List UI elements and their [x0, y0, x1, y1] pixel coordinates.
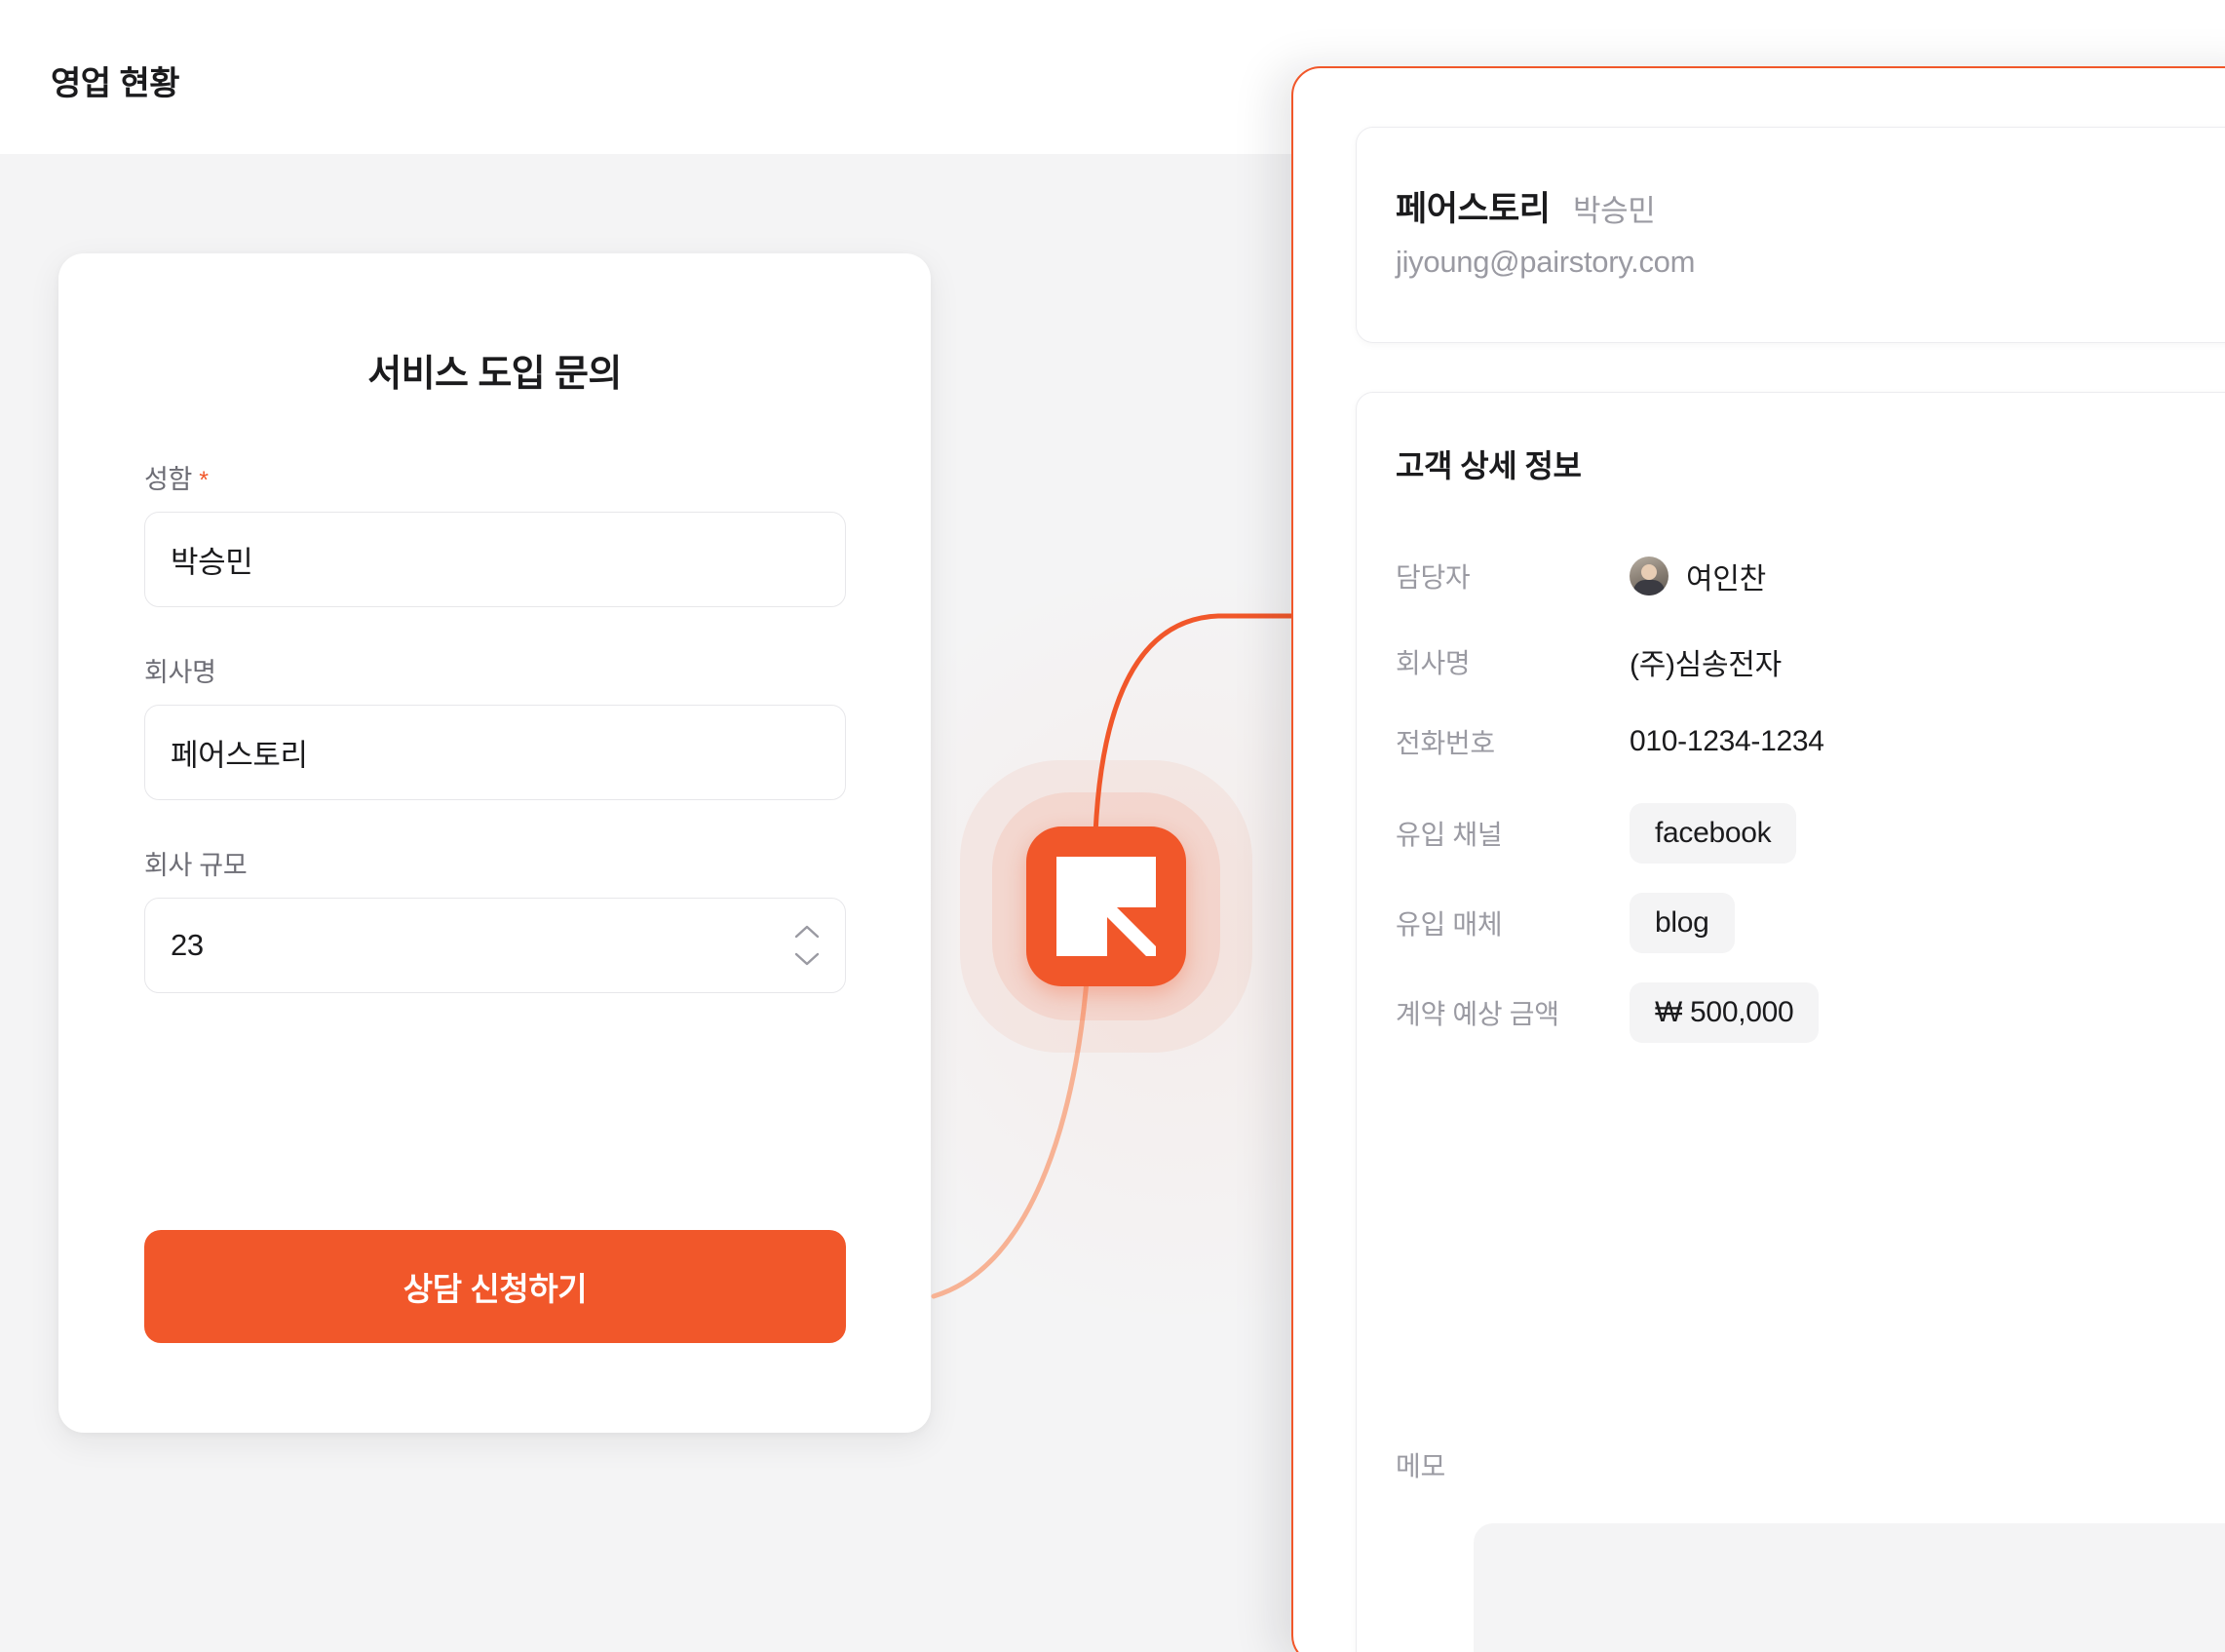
- form-field-company-size: 회사 규모 23: [144, 844, 846, 993]
- company-size-stepper[interactable]: 23: [144, 898, 846, 993]
- chevron-down-icon[interactable]: [794, 952, 820, 967]
- avatar: [1630, 557, 1669, 595]
- detail-row-channel-value[interactable]: facebook: [1630, 803, 1797, 864]
- detail-row-company: 회사명 (주)심송전자: [1396, 634, 2225, 689]
- detail-row-phone-value: 010-1234-1234: [1630, 725, 1824, 757]
- contact-company-name: 페어스토리: [1396, 190, 1551, 228]
- detail-row-company-label: 회사명: [1396, 648, 1471, 678]
- detail-row-medium-value[interactable]: blog: [1630, 893, 1735, 953]
- brand-logo: [960, 760, 1252, 1053]
- avatar-face: [1641, 564, 1657, 580]
- form-field-company-size-label: 회사 규모: [144, 851, 248, 880]
- detail-row-channel-label: 유입 채널: [1396, 820, 1503, 850]
- contact-email: jiyoung@pairstory.com: [1396, 245, 1696, 279]
- page-title: 영업 현황: [51, 65, 180, 102]
- chevron-up-icon[interactable]: [794, 924, 820, 939]
- detail-row-owner: 담당자 여인찬: [1396, 549, 2225, 603]
- inquiry-form-card: 서비스 도입 문의 성함 * 박승민 회사명 페어스토리 회사 규모 23 상담…: [58, 253, 931, 1433]
- detail-row-company-value: (주)심송전자: [1630, 649, 1782, 681]
- form-field-company: 회사명 페어스토리: [144, 651, 846, 800]
- owner-name: 여인찬: [1686, 563, 1766, 595]
- arrow-up-left-icon: [1056, 857, 1156, 956]
- detail-row-amount-label: 계약 예상 금액: [1396, 999, 1559, 1029]
- detail-row-medium-label: 유입 매체: [1396, 909, 1503, 940]
- customer-detail-card: 고객 상세 정보 담당자 여인찬 회사명 (주)심송전자 전화번호 010-12…: [1356, 392, 2225, 1652]
- form-title: 서비스 도입 문의: [367, 354, 622, 395]
- avatar-body: [1633, 580, 1665, 595]
- contact-summary-card: 페어스토리 박승민 jiyoung@pairstory.com: [1356, 127, 2225, 343]
- company-input-value: 페어스토리: [171, 738, 308, 773]
- company-size-value: 23: [171, 928, 204, 962]
- detail-row-phone: 전화번호 010-1234-1234: [1396, 714, 2225, 769]
- form-field-name-label: 성함 *: [144, 465, 209, 494]
- detail-row-owner-value: 여인찬: [1630, 555, 1766, 597]
- memo-label: 메모: [1396, 1451, 1445, 1481]
- name-input-value: 박승민: [171, 545, 253, 580]
- detail-row-medium: 유입 매체 blog: [1396, 893, 2225, 953]
- memo-textarea[interactable]: [1474, 1523, 2225, 1652]
- customer-detail-panel: 페어스토리 박승민 jiyoung@pairstory.com 고객 상세 정보…: [1291, 66, 2225, 1652]
- required-asterisk: *: [199, 467, 209, 494]
- form-field-company-label: 회사명: [144, 658, 216, 687]
- contact-person-name: 박승민: [1573, 194, 1656, 228]
- detail-row-amount: 계약 예상 금액 ₩ 500,000: [1396, 982, 2225, 1043]
- detail-section-heading: 고객 상세 정보: [1396, 448, 1582, 483]
- submit-consultation-button[interactable]: 상담 신청하기: [144, 1230, 846, 1343]
- logo-tile: [1026, 826, 1186, 986]
- company-input[interactable]: 페어스토리: [144, 705, 846, 800]
- form-field-name: 성함 * 박승민: [144, 458, 846, 607]
- detail-row-amount-value[interactable]: ₩ 500,000: [1630, 982, 1820, 1043]
- name-input[interactable]: 박승민: [144, 512, 846, 607]
- detail-row-owner-label: 담당자: [1396, 562, 1471, 593]
- stepper-controls[interactable]: [794, 924, 820, 967]
- detail-row-channel: 유입 채널 facebook: [1396, 803, 2225, 864]
- detail-row-phone-label: 전화번호: [1396, 728, 1495, 758]
- app-window: 영업 현황 서비스 도입 문의 성함 * 박승민 회사명 페어스토리 회사 규모…: [0, 0, 2225, 1652]
